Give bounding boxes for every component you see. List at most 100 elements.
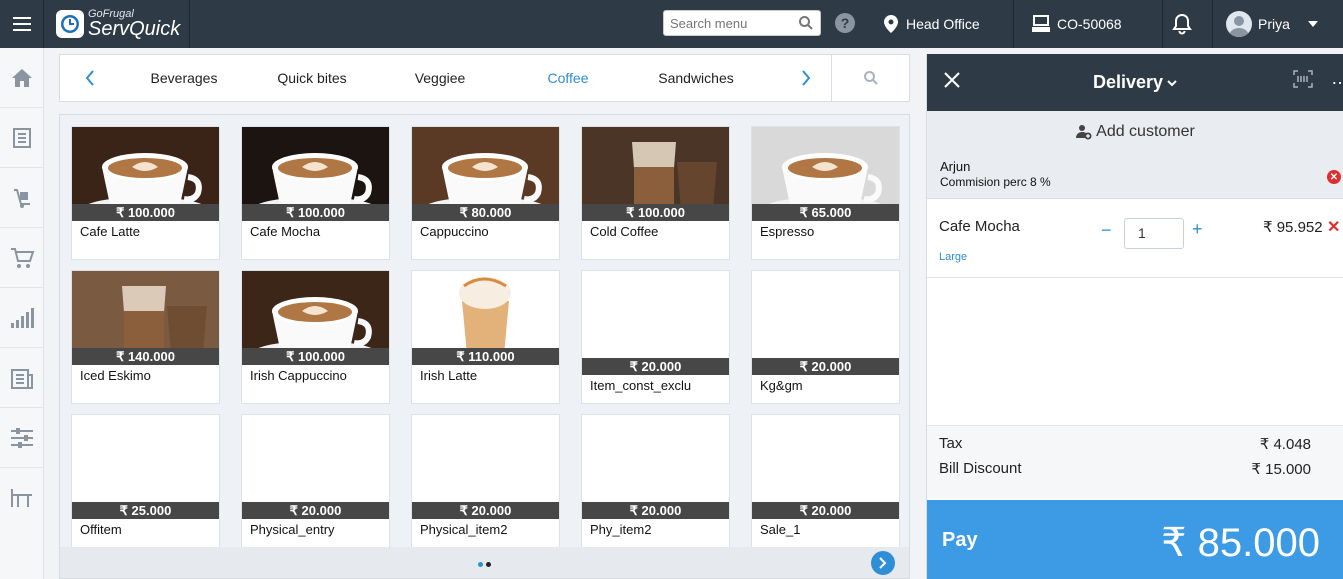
product-price: ₹ 80.000 [412, 204, 559, 221]
product-card[interactable]: ₹ 80.000 Cappuccino [411, 126, 560, 260]
product-card[interactable]: ₹ 20.000 Physical_item2 [411, 414, 560, 548]
product-card[interactable]: ₹ 20.000 Kg&gm [751, 270, 900, 404]
book-icon [12, 127, 31, 148]
more-options-icon[interactable]: … [1331, 68, 1343, 89]
product-price: ₹ 65.000 [752, 204, 899, 221]
search-input[interactable] [664, 12, 794, 34]
product-name: Cafe Mocha [250, 224, 321, 239]
category-bar: Beverages Quick bites Veggiee Coffee Sandwic… [59, 54, 910, 102]
menu-search[interactable] [663, 10, 821, 36]
chevron-left-icon [85, 70, 94, 86]
avatar [1226, 11, 1252, 37]
product-grid: ₹ 100.000 Cafe Latte ₹ 100.000 Cafe Mocha ₹ … [71, 126, 900, 548]
product-price: ₹ 20.000 [752, 502, 899, 519]
product-name: Physical_item2 [420, 522, 508, 537]
agent-name: Arjun [940, 159, 971, 174]
nav-sales[interactable] [0, 228, 43, 288]
product-card[interactable]: ₹ 25.000 Offitem [71, 414, 220, 548]
product-price: ₹ 20.000 [582, 358, 729, 375]
category-tab[interactable]: Quick bites [248, 70, 376, 86]
decrease-qty-button[interactable]: − [1101, 220, 1112, 241]
table-icon [10, 489, 32, 507]
close-icon[interactable] [943, 71, 961, 89]
order-mode: Delivery [1092, 72, 1164, 92]
product-card[interactable]: ₹ 140.000 Iced Eskimo [71, 270, 220, 404]
nav-settings[interactable] [0, 408, 43, 468]
nav-delivery[interactable] [0, 168, 43, 228]
barcode-scan-icon[interactable] [1293, 70, 1313, 88]
line-item-variant[interactable]: Large [939, 251, 967, 263]
product-card[interactable]: ₹ 20.000 Item_const_exclu [581, 270, 730, 404]
product-name: Cafe Latte [80, 224, 140, 239]
location-pin-icon [884, 15, 898, 33]
category-search-button[interactable] [831, 55, 909, 101]
servquick-logo-icon [56, 10, 84, 38]
product-card[interactable]: ₹ 20.000 Physical_entry [241, 414, 390, 548]
product-name: Espresso [760, 224, 815, 239]
product-price: ₹ 25.000 [72, 502, 219, 519]
help-icon[interactable]: ? [835, 13, 855, 33]
nav-reports[interactable] [0, 288, 43, 348]
order-mode-selector[interactable]: Delivery [1093, 72, 1177, 93]
top-bar: GoFrugal ServQuick ? Head Office CO-5006… [0, 0, 1343, 48]
pay-button[interactable]: Pay ₹ 85.000 [927, 500, 1343, 579]
search-icon[interactable] [798, 15, 814, 31]
product-card[interactable]: ₹ 20.000 Sale_1 [751, 414, 900, 548]
add-customer-button[interactable]: Add customer [927, 123, 1343, 141]
counter-selector[interactable]: CO-50068 [1031, 0, 1122, 48]
product-card[interactable]: ₹ 65.000 Espresso [751, 126, 900, 260]
category-tab[interactable]: Sandwiches [632, 70, 760, 86]
quantity-field[interactable]: 1 [1124, 218, 1184, 249]
nav-catalog[interactable] [0, 108, 43, 168]
increase-qty-button[interactable]: + [1192, 219, 1203, 240]
add-customer-label: Add customer [1096, 123, 1195, 140]
chevron-right-icon [802, 70, 811, 86]
remove-line-icon[interactable]: ✕ [1327, 217, 1340, 237]
product-grid-area: ₹ 100.000 Cafe Latte ₹ 100.000 Cafe Mocha ₹ … [59, 114, 910, 579]
product-card[interactable]: ₹ 100.000 Cafe Latte [71, 126, 220, 260]
cart-icon [10, 247, 34, 268]
nav-tables[interactable] [0, 468, 43, 528]
location-selector[interactable]: Head Office [884, 0, 980, 48]
tax-row: Tax ₹ 4.048 [939, 435, 1311, 453]
product-price: ₹ 100.000 [242, 204, 389, 221]
brand-name: ServQuick [88, 18, 181, 40]
product-card[interactable]: ₹ 100.000 Cafe Mocha [241, 126, 390, 260]
category-prev-button[interactable] [60, 55, 120, 101]
nav-home[interactable] [0, 48, 43, 108]
grid-pager [60, 547, 909, 578]
discount-label: Bill Discount [939, 460, 1022, 477]
menu-button[interactable] [0, 0, 44, 48]
sliders-icon [10, 427, 33, 448]
order-line-item[interactable]: Cafe Mocha Large − 1 + ₹ 95.952 ✕ [927, 199, 1343, 278]
product-card[interactable]: ₹ 20.000 Phy_item2 [581, 414, 730, 548]
chevron-right-icon [879, 557, 887, 569]
agent-commission: Commision perc 8 % [940, 175, 1051, 189]
nav-inventory[interactable] [0, 348, 43, 408]
category-next-button[interactable] [781, 55, 831, 101]
remove-agent-icon[interactable]: ✕ [1327, 170, 1341, 184]
page-dot[interactable] [486, 562, 491, 567]
bar-chart-icon [10, 307, 34, 328]
search-icon [863, 71, 878, 85]
brand: GoFrugal ServQuick [44, 0, 190, 48]
category-tab[interactable]: Veggiee [376, 70, 504, 86]
chevron-down-icon [1307, 21, 1318, 27]
location-name: Head Office [906, 16, 980, 32]
next-page-button[interactable] [871, 551, 895, 575]
hamburger-icon [12, 17, 31, 31]
add-user-icon [1076, 125, 1092, 140]
product-card[interactable]: ₹ 110.000 Irish Latte [411, 270, 560, 404]
product-price: ₹ 100.000 [72, 204, 219, 221]
product-card[interactable]: ₹ 100.000 Irish Cappuccino [241, 270, 390, 404]
user-menu[interactable]: Priya [1226, 0, 1318, 48]
product-name: Sale_1 [760, 522, 801, 537]
category-tab[interactable]: Beverages [120, 70, 248, 86]
product-card[interactable]: ₹ 100.000 Cold Coffee [581, 126, 730, 260]
category-tab[interactable]: Coffee [504, 70, 632, 86]
product-price: ₹ 140.000 [72, 348, 219, 365]
notification-bell-icon[interactable] [1172, 13, 1192, 35]
tax-label: Tax [939, 435, 963, 452]
page-dot[interactable] [478, 562, 483, 567]
product-price: ₹ 100.000 [582, 204, 729, 221]
